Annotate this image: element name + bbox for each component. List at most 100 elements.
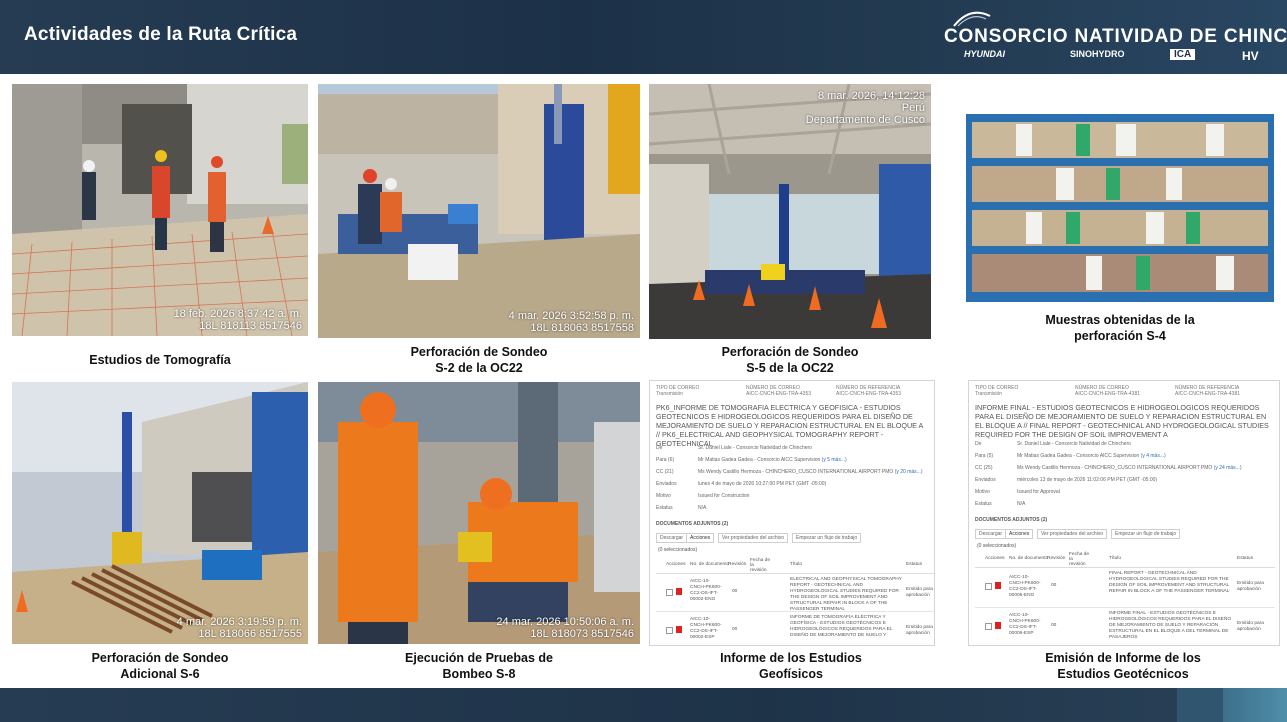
selection-count: (0 seleccionados)	[977, 543, 1017, 549]
meta-value: Sr. Daniel Liale - Consorcio Natividad d…	[1017, 441, 1131, 447]
download-button[interactable]: Descargar	[975, 529, 1007, 539]
meta-value: Issued for Approval	[1017, 489, 1060, 495]
doc-status: Emitido para aprobación	[906, 625, 933, 636]
doc-number: AICC-10-CNCH-PK600-CC2-DS-IFT-00002-ENG	[690, 579, 722, 602]
more-cc-link[interactable]: (y 24 más...)	[1214, 465, 1242, 471]
start-workflow-button[interactable]: Empezar un flujo de trabajo	[792, 533, 862, 543]
photo-muestras-s4-image	[966, 114, 1274, 302]
photo-sondeo-s2-stamp: 4 mar. 2026 3:52:58 p. m. 18L 818063 851…	[509, 310, 634, 334]
doc-number: AICC-10-CNCH-PK600-CC2-DS-IFT-00006-ENG	[1009, 575, 1041, 598]
doc-title: INFORME FINAL - ESTUDIOS GEOTÉCNICOS E H…	[1109, 611, 1232, 640]
photo-tomografia: 18 feb. 2026 8:37:42 a. m. 18L 818113 85…	[12, 84, 308, 336]
selection-count: (0 seleccionados)	[658, 547, 698, 553]
column-header: Acciones	[666, 562, 686, 567]
caption-line: Informe de los Estudios	[720, 651, 862, 665]
column-header: Revisión	[728, 562, 747, 567]
caption-line: Ejecución de Pruebas de	[405, 651, 553, 665]
download-button[interactable]: Descargar	[656, 533, 688, 543]
caption-line: Perforación de Sondeo	[721, 345, 859, 359]
stamp-line: 8 mar. 2026, 14:12:28	[817, 90, 925, 102]
column-header: Título	[1109, 556, 1121, 561]
meta-value-text: Ms Wendy Castillo Hermoza - CHINCHERO_CU…	[698, 469, 894, 475]
file-properties-button[interactable]: Ver propiedades del archivo	[1037, 529, 1107, 539]
table-row[interactable]: AICC-10-CNCH-PK600-CC2-DS-IFT-00002-ENG …	[656, 577, 934, 612]
caption-tomografia: Estudios de Tomografía	[12, 352, 308, 368]
pdf-icon[interactable]	[995, 582, 1001, 589]
photo-sondeo-s2-image	[318, 84, 640, 338]
meta-value: N/A	[698, 505, 707, 511]
field-value: AICC-CNCH-ENG-TRA-4353	[836, 391, 902, 397]
caption-line: Muestras obtenidas de la	[1045, 313, 1195, 327]
attachments-header[interactable]: DOCUMENTOS ADJUNTOS (2)	[656, 521, 934, 529]
consortium-logo: CONSORCIO NATIVIDAD DE CHINCHERO HYUNDAI…	[936, 10, 1287, 66]
actions-button[interactable]: Acciones	[1005, 529, 1034, 539]
meta-key: Estatus	[656, 505, 673, 511]
column-header: Revisión	[1047, 556, 1066, 561]
row-checkbox[interactable]	[666, 589, 673, 596]
more-recipients-link[interactable]: (y 4 más...)	[1141, 453, 1166, 459]
stamp-line: Departamento de Cusco	[805, 114, 925, 126]
actions-button[interactable]: Acciones	[686, 533, 715, 543]
caption-sondeo-s2: Perforación de Sondeo S-2 de la OC22	[318, 344, 640, 376]
logo-name: CONSORCIO NATIVIDAD DE CHINCHERO	[944, 26, 1287, 47]
meta-value-text: Ms Wendy Castillo Hermoza - CHINCHERO_CU…	[1017, 465, 1213, 471]
meta-key: De	[975, 441, 982, 447]
caption-line: Perforación de Sondeo	[410, 345, 548, 359]
meta-value-text: Mr Matias Gadea Gadea - Consorcio AICC S…	[698, 457, 821, 463]
doc-subject: INFORME FINAL - ESTUDIOS GEOTECNICOS E H…	[975, 403, 1269, 439]
footer-bar	[0, 688, 1287, 722]
column-header: Fecha de la revisión	[750, 558, 771, 573]
caption-informe-geofisico: Informe de los Estudios Geofísicos	[649, 650, 933, 682]
meta-key[interactable]: CC (21)	[656, 469, 674, 475]
caption-line: Estudios Geotécnicos	[1057, 667, 1189, 681]
stamp-line: 24 mar. 2026 10:50:06 a. m.	[496, 616, 634, 628]
meta-key: Motivo	[656, 493, 671, 499]
caption-line: Estudios de Tomografía	[89, 353, 231, 367]
meta-key: Motivo	[975, 489, 990, 495]
file-properties-button[interactable]: Ver propiedades del archivo	[718, 533, 788, 543]
photo-sondeo-s2: 4 mar. 2026 3:52:58 p. m. 18L 818063 851…	[318, 84, 640, 338]
table-row[interactable]: AICC-10-CNCH-PK600-CC2-DS-IFT-00006-ENG …	[975, 571, 1275, 608]
table-row[interactable]: AICC-10-CNCH-PK600-CC2-DS-IFT-00006-ESP …	[975, 611, 1275, 643]
pdf-icon[interactable]	[676, 626, 682, 633]
doc-number: AICC-10-CNCH-PK600-CC2-DS-IFT-00002-ESP	[690, 617, 722, 640]
meta-value-text: Mr Matias Gadea Gadea - Consorcio AICC S…	[1017, 453, 1140, 459]
doc-header-fields: TIPO DE CORREO Transmisión NÚMERO DE COR…	[975, 385, 1275, 401]
meta-key[interactable]: Para (5)	[975, 453, 993, 459]
photo-bombeo-s8-image	[318, 382, 640, 644]
meta-key[interactable]: CC (25)	[975, 465, 993, 471]
attachments-header[interactable]: DOCUMENTOS ADJUNTOS (2)	[975, 517, 1275, 525]
stamp-line: 18L 818063 8517558	[530, 322, 634, 334]
start-workflow-button[interactable]: Empezar un flujo de trabajo	[1111, 529, 1181, 539]
row-checkbox[interactable]	[985, 583, 992, 590]
field-value: AICC-CNCH-ENG-TRA-4353	[746, 391, 812, 397]
partner-hv: HV	[1242, 49, 1259, 63]
meta-key[interactable]: Para (6)	[656, 457, 674, 463]
pdf-icon[interactable]	[995, 622, 1001, 629]
row-checkbox[interactable]	[985, 623, 992, 630]
more-cc-link[interactable]: (y 20 más...)	[895, 469, 923, 475]
meta-value: Mr Matias Gadea Gadea - Consorcio AICC S…	[1017, 453, 1166, 459]
column-header: No. de documento	[1009, 556, 1049, 561]
photo-tomografia-image	[12, 84, 308, 336]
photo-sondeo-s5: 8 mar. 2026, 14:12:28 Perú Departamento …	[649, 84, 931, 339]
partner-hyundai: HYUNDAI	[964, 49, 1006, 59]
slide-title: Actividades de la Ruta Crítica	[24, 24, 298, 45]
stamp-line: 4 mar. 2026 3:52:58 p. m.	[508, 310, 634, 322]
photo-muestras-s4	[966, 114, 1274, 302]
table-row[interactable]: AICC-10-CNCH-PK600-CC2-DS-IFT-00002-ESP …	[656, 615, 934, 643]
pdf-icon[interactable]	[676, 588, 682, 595]
more-recipients-link[interactable]: (y 5 más...)	[822, 457, 847, 463]
doc-status: Emitido para aprobación	[1237, 581, 1264, 592]
stamp-line: 18L 818073 8517546	[530, 628, 634, 640]
row-checkbox[interactable]	[666, 627, 673, 634]
partner-sinohydro: SINOHYDRO	[1070, 49, 1125, 59]
partner-ica: ICA	[1170, 49, 1196, 60]
meta-value: Sr. Daniel Liale - Consorcio Natividad d…	[698, 445, 812, 451]
stamp-line: Perú	[901, 102, 925, 114]
meta-value: Mr Matias Gadea Gadea - Consorcio AICC S…	[698, 457, 847, 463]
caption-line: perforación S-4	[1074, 329, 1166, 343]
meta-key: Enviados	[975, 477, 996, 483]
attachments-toolbar: Descargar Acciones Ver propiedades del a…	[656, 533, 934, 543]
meta-key: Estatus	[975, 501, 992, 507]
